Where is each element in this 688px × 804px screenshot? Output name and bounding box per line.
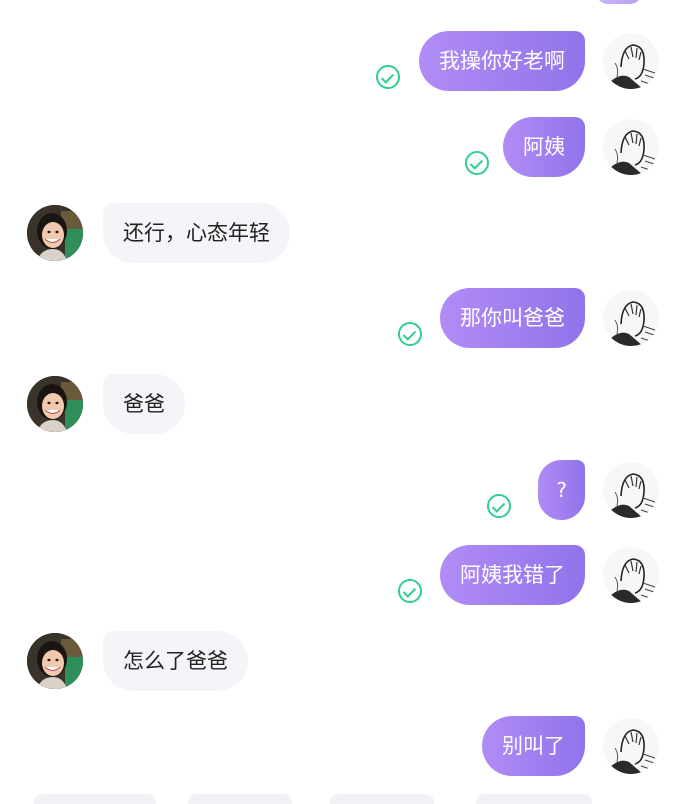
my-avatar[interactable] [603,290,659,346]
chat-thread: 我操你好老啊 阿姨 还行，心态年轻 那你叫爸爸 爸爸 ? 阿姨我错了 怎么了爸爸… [0,0,688,804]
contact-avatar[interactable] [27,205,83,261]
message-bubble-outgoing[interactable]: 那你叫爸爸 [440,288,585,348]
read-receipt-check-icon [465,151,489,175]
message-row-incoming: 爸爸 [0,374,688,434]
message-bubble-outgoing[interactable]: 我操你好老啊 [419,31,585,91]
message-bubble-outgoing[interactable]: 别叫了 [482,716,585,776]
message-bubble-outgoing[interactable]: 阿姨我错了 [440,545,585,605]
message-bubble-outgoing[interactable]: ? [538,460,585,520]
read-receipt-check-icon [487,494,511,518]
previous-message-bubble-edge [596,0,642,4]
my-avatar[interactable] [603,33,659,89]
my-avatar[interactable] [603,462,659,518]
message-row-outgoing: 阿姨我错了 [0,545,688,605]
next-message-edge [330,794,434,804]
contact-avatar[interactable] [27,376,83,432]
message-row-outgoing: 那你叫爸爸 [0,288,688,348]
message-row-outgoing: 别叫了 [0,716,688,776]
next-message-edge [188,794,292,804]
read-receipt-check-icon [398,579,422,603]
next-message-edge [476,794,592,804]
my-avatar[interactable] [603,547,659,603]
my-avatar[interactable] [603,119,659,175]
read-receipt-check-icon [376,65,400,89]
message-bubble-outgoing[interactable]: 阿姨 [503,117,585,177]
next-message-edge [34,794,156,804]
message-bubble-incoming[interactable]: 还行，心态年轻 [103,203,290,263]
message-bubble-incoming[interactable]: 爸爸 [103,374,185,434]
message-row-outgoing: 阿姨 [0,117,688,177]
read-receipt-check-icon [398,322,422,346]
contact-avatar[interactable] [27,633,83,689]
message-row-incoming: 怎么了爸爸 [0,631,688,691]
message-row-outgoing: 我操你好老啊 [0,31,688,91]
my-avatar[interactable] [603,718,659,774]
message-row-incoming: 还行，心态年轻 [0,203,688,263]
message-bubble-incoming[interactable]: 怎么了爸爸 [103,631,248,691]
message-row-outgoing: ? [0,460,688,520]
